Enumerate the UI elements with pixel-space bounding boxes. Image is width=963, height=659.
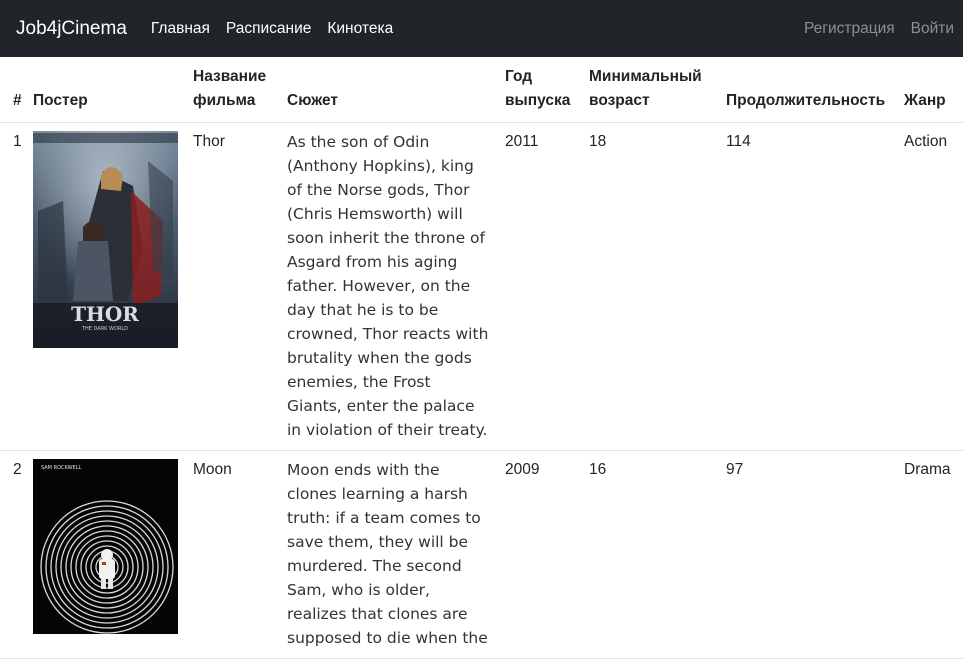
auth-links: Регистрация Войти xyxy=(804,20,954,38)
moon-poster-image: SAM ROCKWELL xyxy=(33,459,178,634)
moon-poster-credit: SAM ROCKWELL xyxy=(41,465,81,471)
header-min-age: Минимальный возраст xyxy=(581,57,718,123)
films-table: # Постер Название фильма Сюжет Год выпус… xyxy=(0,57,963,659)
table-row: 1 THOR THE DARK WORLD Thor As the son of… xyxy=(0,122,963,451)
row-plot: Moon ends with the clones learning a har… xyxy=(279,450,497,659)
row-min-age: 18 xyxy=(581,122,718,451)
register-link[interactable]: Регистрация xyxy=(804,20,895,38)
thor-poster-image: THOR THE DARK WORLD xyxy=(33,131,178,348)
header-num: # xyxy=(0,57,25,123)
table-row: 2 SAM ROCKWELL Moon Moon ends with the c… xyxy=(0,450,963,659)
row-duration: 114 xyxy=(718,122,896,451)
header-genre: Жанр xyxy=(896,57,963,123)
row-num: 1 xyxy=(0,122,25,451)
row-min-age: 16 xyxy=(581,450,718,659)
row-title: Moon xyxy=(185,450,279,659)
row-year: 2011 xyxy=(497,122,581,451)
thor-poster-subtitle: THE DARK WORLD xyxy=(81,326,128,332)
header-plot: Сюжет xyxy=(279,57,497,123)
thor-poster-title: THOR xyxy=(71,302,139,326)
nav-link-films[interactable]: Кинотека xyxy=(327,20,393,38)
row-num: 2 xyxy=(0,450,25,659)
header-poster: Постер xyxy=(25,57,185,123)
table-header-row: # Постер Название фильма Сюжет Год выпус… xyxy=(0,57,963,123)
row-genre: Drama xyxy=(896,450,963,659)
nav-links: Главная Расписание Кинотека xyxy=(151,20,409,38)
row-year: 2009 xyxy=(497,450,581,659)
row-title: Thor xyxy=(185,122,279,451)
row-duration: 97 xyxy=(718,450,896,659)
brand-link[interactable]: Job4jCinema xyxy=(16,18,127,40)
row-plot: As the son of Odin (Anthony Hopkins), ki… xyxy=(279,122,497,451)
poster-cell: THOR THE DARK WORLD xyxy=(25,122,185,451)
header-title: Название фильма xyxy=(185,57,279,123)
navbar: Job4jCinema Главная Расписание Кинотека … xyxy=(0,0,963,57)
nav-link-schedule[interactable]: Расписание xyxy=(226,20,311,38)
row-genre: Action xyxy=(896,122,963,451)
nav-link-home[interactable]: Главная xyxy=(151,20,210,38)
header-year: Год выпуска xyxy=(497,57,581,123)
poster-cell: SAM ROCKWELL xyxy=(25,450,185,659)
header-duration: Продолжительность xyxy=(718,57,896,123)
login-link[interactable]: Войти xyxy=(911,20,954,38)
